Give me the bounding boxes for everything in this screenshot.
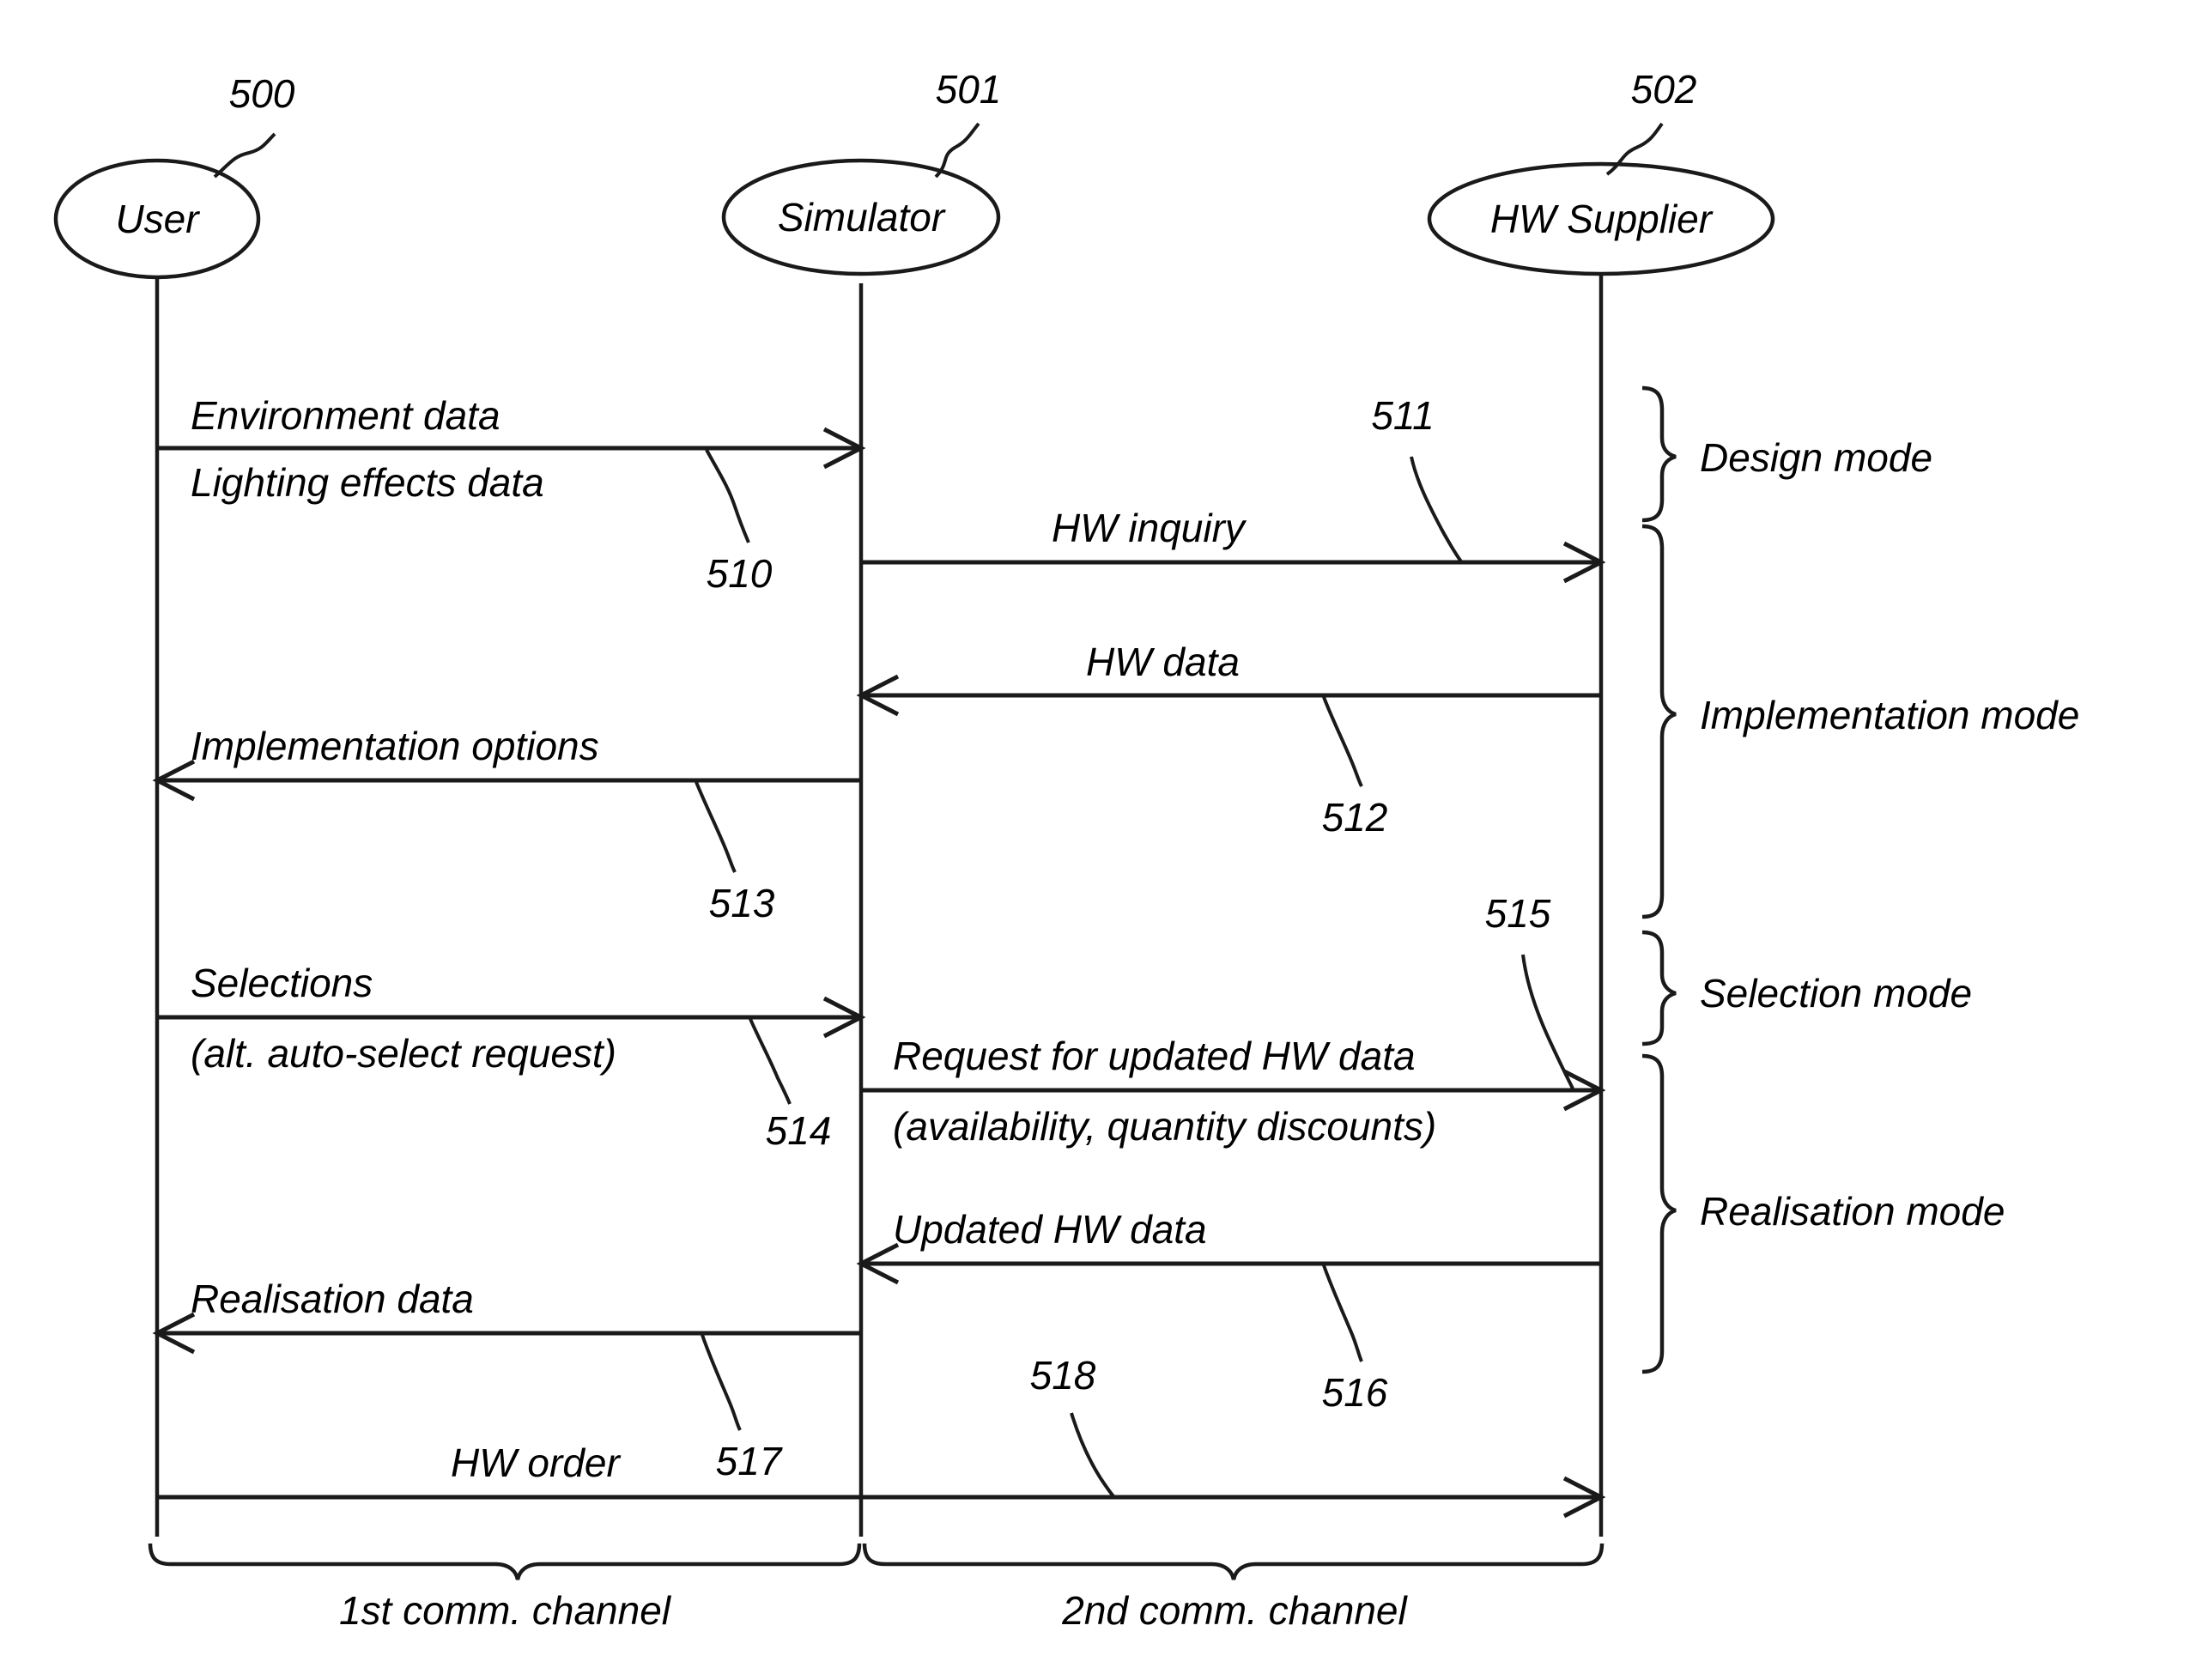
ref-number-501: 501: [936, 67, 1002, 112]
leader-line-518: [1070, 1412, 1116, 1499]
message-label-516-above: Updated HW data: [893, 1207, 1207, 1252]
channel-label-2nd: 2nd comm. channel: [1061, 1588, 1408, 1633]
ref-number-502: 502: [1631, 67, 1697, 112]
message-label-518-above: HW order: [451, 1440, 621, 1485]
ref-number-516: 516: [1322, 1370, 1388, 1415]
leader-line-500: [213, 132, 276, 179]
sequence-diagram: User Simulator HW Supplier 500 501 502 E…: [0, 0, 2196, 1680]
leader-line-512: [1322, 696, 1363, 787]
actor-label-hw-supplier: HW Supplier: [1490, 197, 1714, 241]
mode-label-selection: Selection mode: [1700, 971, 1972, 1016]
leader-line-515: [1521, 954, 1574, 1089]
mode-label-realisation: Realisation mode: [1700, 1189, 2005, 1234]
ref-number-517: 517: [716, 1439, 783, 1483]
message-label-512-above: HW data: [1086, 640, 1240, 684]
leader-line-513: [695, 781, 737, 873]
ref-number-511: 511: [1371, 393, 1434, 438]
leader-line-511: [1410, 456, 1463, 563]
brace-implementation-mode: [1641, 524, 1677, 919]
brace-realisation-mode: [1641, 1053, 1677, 1374]
brace-1st-comm-channel: [148, 1543, 862, 1580]
message-label-515-below: (availability, quantity discounts): [893, 1104, 1436, 1149]
leader-line-514: [749, 1018, 792, 1105]
mode-label-implementation: Implementation mode: [1700, 693, 2079, 737]
message-label-514-above: Selections: [191, 961, 373, 1005]
message-label-513-above: Implementation options: [191, 724, 599, 768]
leader-line-510: [705, 449, 750, 543]
message-label-515-above: Request for updated HW data: [893, 1034, 1416, 1078]
message-label-510-below: Lighting effects data: [191, 460, 544, 505]
leader-line-516: [1322, 1265, 1363, 1362]
ref-number-518: 518: [1030, 1353, 1096, 1398]
message-label-510-above: Environment data: [191, 393, 500, 438]
brace-2nd-comm-channel: [862, 1543, 1605, 1580]
ref-number-515: 515: [1485, 891, 1551, 936]
mode-label-design: Design mode: [1700, 435, 1932, 480]
leader-line-501: [934, 122, 980, 179]
ref-number-500: 500: [229, 71, 295, 116]
actor-label-simulator: Simulator: [778, 195, 946, 240]
sequence-diagram-canvas: User Simulator HW Supplier 500 501 502 E…: [53, 67, 2079, 1633]
message-label-514-below: (alt. auto-select request): [191, 1031, 616, 1076]
brace-selection-mode: [1641, 930, 1677, 1046]
ref-number-510: 510: [707, 551, 773, 596]
message-label-517-above: Realisation data: [191, 1277, 474, 1321]
leader-line-517: [701, 1334, 742, 1431]
actor-label-user: User: [115, 197, 200, 241]
channel-label-1st: 1st comm. channel: [339, 1588, 672, 1633]
message-label-511-above: HW inquiry: [1052, 506, 1247, 550]
ref-number-514: 514: [766, 1108, 832, 1153]
ref-number-512: 512: [1322, 795, 1388, 840]
brace-design-mode: [1641, 385, 1677, 523]
ref-number-513: 513: [709, 881, 775, 925]
